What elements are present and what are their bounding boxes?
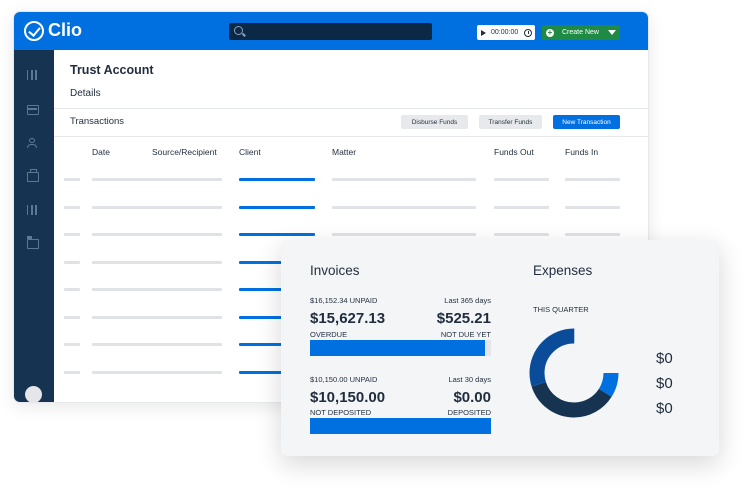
- deposit-progress-bar: [310, 418, 491, 434]
- placeholder-bar: [64, 260, 80, 264]
- briefcase-icon[interactable]: [27, 169, 39, 182]
- logo-text: Clio: [48, 20, 82, 40]
- sidebar: [14, 50, 54, 402]
- not-deposited-label: NOT DEPOSITED: [310, 408, 372, 417]
- placeholder-bar: [152, 233, 222, 236]
- placeholder-bar: [152, 178, 222, 181]
- placeholder-bar: [332, 205, 476, 209]
- placeholder-bar: [565, 178, 620, 181]
- placeholder-bar: [152, 315, 222, 319]
- placeholder-bar: [64, 315, 80, 319]
- help-avatar[interactable]: [25, 386, 42, 402]
- disburse-funds-button[interactable]: Disburse Funds: [401, 115, 468, 129]
- transfer-funds-button[interactable]: Transfer Funds: [479, 115, 542, 129]
- details-tab[interactable]: Details: [70, 88, 101, 99]
- invoices-30-period: Last 30 days: [448, 375, 491, 384]
- column-header-matter[interactable]: Matter: [332, 147, 356, 157]
- placeholder-bar: [64, 205, 80, 209]
- placeholder-bar: [152, 205, 222, 209]
- placeholder-bar: [239, 205, 315, 209]
- column-header-source[interactable]: Source/Recipient: [152, 147, 217, 157]
- expense-value: $0: [656, 375, 673, 392]
- top-bar: Clio 00:00:00 + Create New: [14, 12, 648, 50]
- expenses-period: THIS QUARTER: [533, 305, 589, 314]
- column-header-date[interactable]: Date: [92, 147, 110, 157]
- expenses-donut-chart: [529, 328, 619, 418]
- not-due-label: NOT DUE YET: [440, 330, 491, 339]
- timer-text: 00:00:00: [491, 29, 519, 36]
- create-new-label: Create New: [562, 29, 599, 36]
- expense-value: $0: [656, 400, 673, 417]
- placeholder-bar: [152, 370, 222, 374]
- invoices-title: Invoices: [310, 263, 360, 278]
- clio-logo[interactable]: Clio: [24, 20, 82, 41]
- transactions-heading: Transactions: [70, 116, 125, 127]
- placeholder-bar: [332, 178, 476, 181]
- search-icon: [234, 26, 243, 35]
- chevron-down-icon[interactable]: [607, 30, 616, 35]
- column-header-client[interactable]: Client: [239, 147, 261, 157]
- placeholder-bar: [494, 233, 549, 236]
- divider: [54, 136, 648, 137]
- overdue-progress-fill: [310, 340, 486, 356]
- placeholder-bar: [239, 233, 315, 236]
- invoices-expenses-card: Invoices $16,152.34 UNPAID Last 365 days…: [281, 240, 719, 456]
- placeholder-bar: [494, 205, 549, 209]
- page-title: Trust Account: [70, 63, 154, 77]
- placeholder-bar: [64, 233, 80, 236]
- placeholder-bar: [565, 205, 620, 209]
- sidebar-bars-icon[interactable]: [27, 70, 39, 80]
- clock-icon[interactable]: [524, 28, 533, 37]
- calendar-icon[interactable]: [27, 105, 39, 115]
- timer-widget[interactable]: 00:00:00: [477, 25, 535, 40]
- invoices-365-unpaid: $16,152.34 UNPAID: [310, 296, 378, 305]
- deposited-label: DEPOSITED: [447, 408, 491, 417]
- play-icon[interactable]: [481, 29, 486, 36]
- placeholder-bar: [565, 233, 620, 236]
- contacts-icon[interactable]: [27, 138, 37, 148]
- placeholder-bar: [152, 288, 222, 291]
- placeholder-bar: [494, 178, 549, 181]
- placeholder-bar: [64, 288, 80, 291]
- placeholder-bar: [64, 343, 80, 346]
- column-header-funds-in[interactable]: Funds In: [565, 147, 598, 157]
- overdue-amount: $15,627.13: [310, 310, 386, 327]
- placeholder-bar: [64, 370, 80, 374]
- deposited-amount: $0.00: [453, 389, 491, 406]
- invoices-365-period: Last 365 days: [444, 296, 491, 305]
- folder-icon[interactable]: [26, 236, 39, 249]
- overdue-progress-bar: [310, 340, 491, 356]
- placeholder-bar: [152, 343, 222, 346]
- placeholder-bar: [332, 233, 476, 236]
- stage: Clio 00:00:00 + Create New Trust Account…: [0, 0, 750, 490]
- plus-icon: +: [546, 27, 554, 37]
- create-new-button[interactable]: + Create New: [542, 25, 620, 40]
- not-deposited-amount: $10,150.00: [310, 389, 386, 406]
- check-circle-icon: [24, 20, 44, 41]
- new-transaction-button[interactable]: New Transaction: [553, 115, 620, 129]
- placeholder-bar: [239, 178, 315, 181]
- invoices-30-unpaid: $10,150.00 UNPAID: [310, 375, 378, 384]
- placeholder-bar: [64, 178, 80, 181]
- placeholder-bar: [152, 260, 222, 264]
- overdue-label: OVERDUE: [310, 330, 348, 339]
- expenses-title: Expenses: [533, 263, 593, 278]
- expense-value: $0: [656, 350, 673, 367]
- billing-bars-icon[interactable]: [27, 205, 39, 215]
- search-input[interactable]: [229, 23, 432, 40]
- column-header-funds-out[interactable]: Funds Out: [494, 147, 534, 157]
- divider: [54, 108, 648, 109]
- deposit-progress-fill: [310, 418, 491, 434]
- not-due-amount: $525.21: [436, 310, 491, 327]
